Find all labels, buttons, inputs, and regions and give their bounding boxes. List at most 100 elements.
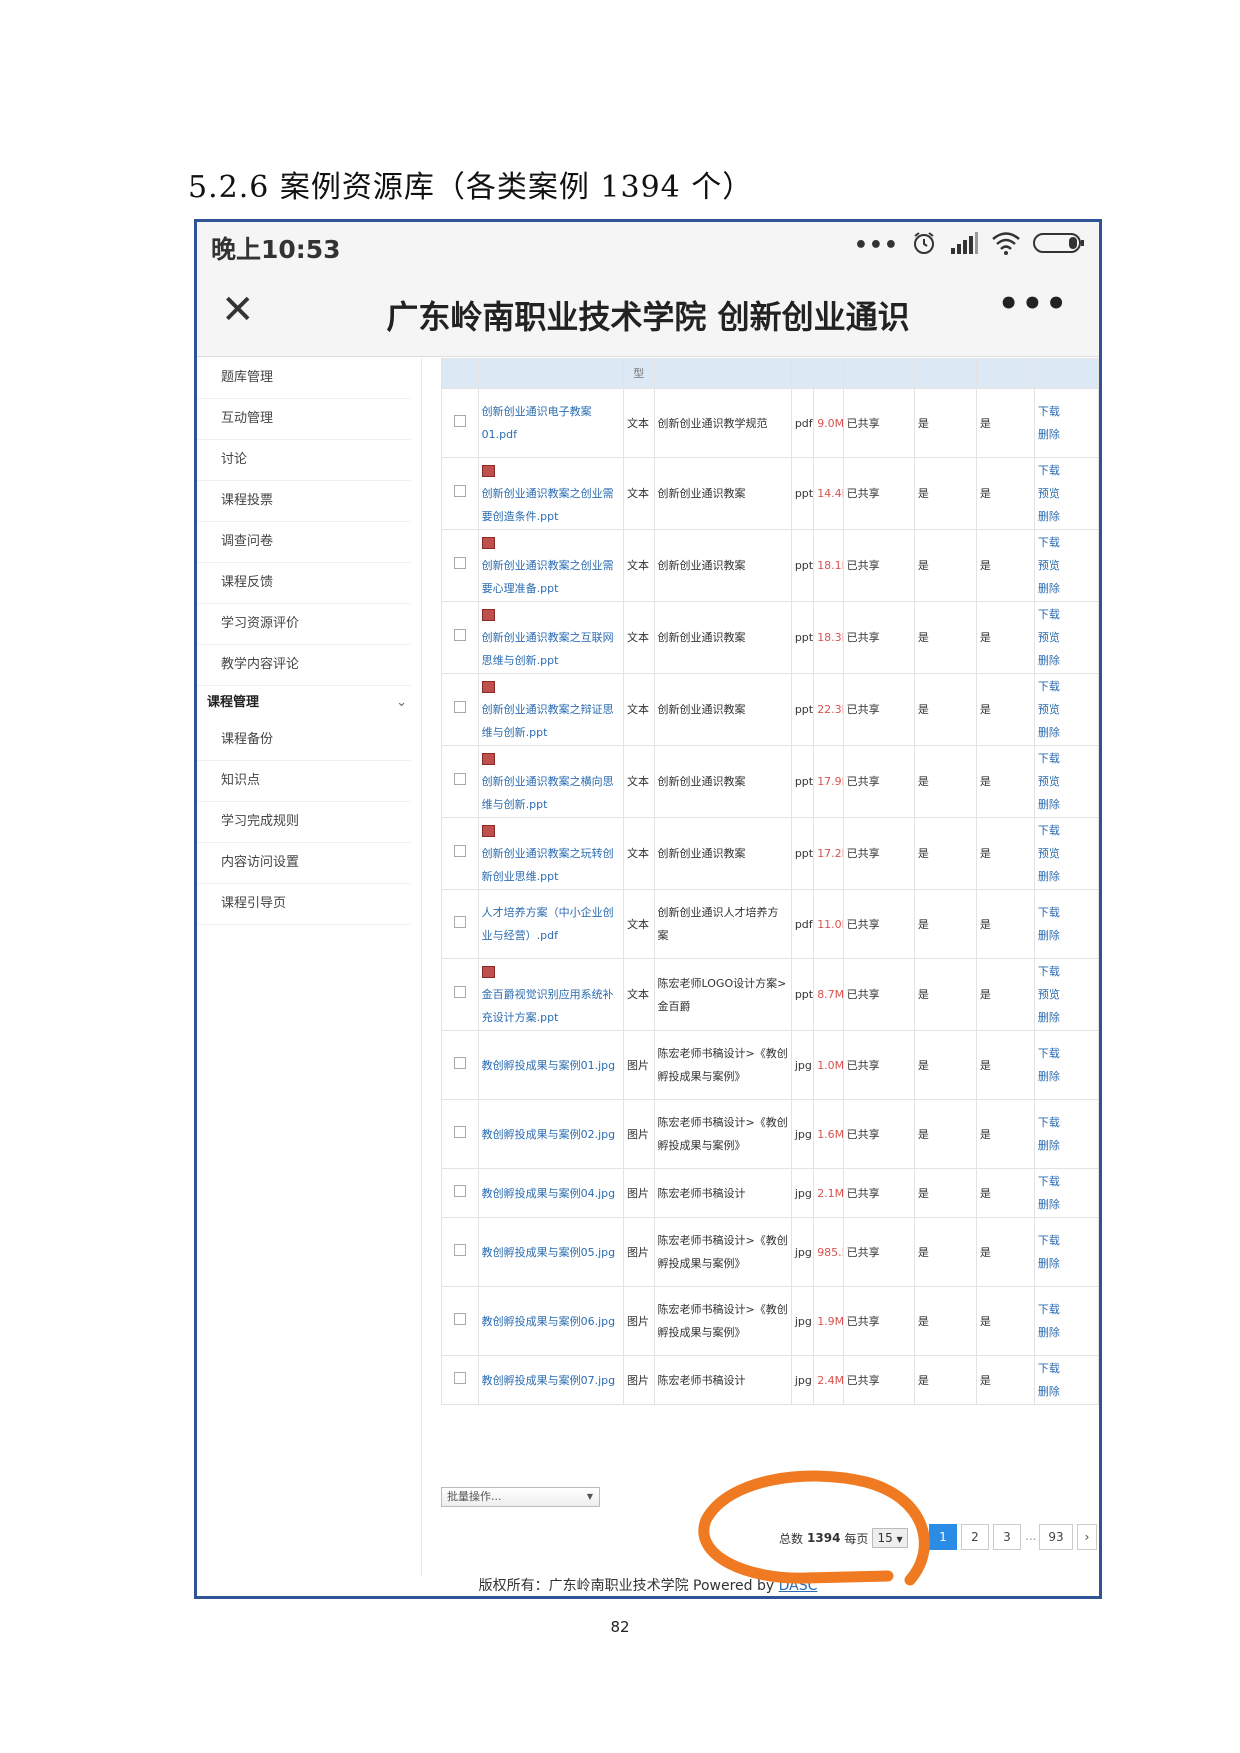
row-action-link[interactable]: 下载 bbox=[1038, 819, 1095, 842]
sidebar-item-interaction[interactable]: 互动管理 bbox=[197, 399, 411, 440]
row-action-link[interactable]: 删除 bbox=[1038, 1321, 1095, 1344]
row-checkbox[interactable] bbox=[453, 701, 466, 713]
row-action-link[interactable]: 删除 bbox=[1038, 924, 1095, 947]
row-action-link[interactable]: 预览 bbox=[1038, 626, 1095, 649]
file-description-cell: 陈宏老师书稿设计 bbox=[653, 1355, 792, 1405]
row-action-link[interactable]: 下载 bbox=[1038, 1042, 1095, 1065]
row-checkbox[interactable] bbox=[453, 1125, 466, 1138]
row-checkbox[interactable] bbox=[453, 1371, 466, 1384]
row-action-link[interactable]: 删除 bbox=[1038, 423, 1095, 446]
row-checkbox[interactable] bbox=[453, 1312, 466, 1325]
row-action-link[interactable]: 删除 bbox=[1038, 721, 1095, 744]
row-checkbox[interactable] bbox=[453, 1184, 466, 1197]
sidebar-item-resource-evaluation[interactable]: 学习资源评价 bbox=[197, 604, 411, 645]
row-action-link[interactable]: 删除 bbox=[1038, 865, 1095, 888]
chevron-down-icon[interactable]: ⌄ bbox=[396, 686, 407, 720]
page-button-93[interactable]: 93 bbox=[1039, 1524, 1073, 1550]
batch-operation-select[interactable]: 批量操作... ▼ bbox=[441, 1487, 600, 1507]
file-name-link[interactable]: 创新创业通识教案之横向思维与创新.ppt bbox=[482, 775, 614, 811]
page-button-2[interactable]: 2 bbox=[961, 1524, 989, 1550]
sidebar-item-discussion[interactable]: 讨论 bbox=[197, 440, 411, 481]
sidebar-item-survey[interactable]: 调查问卷 bbox=[197, 522, 411, 563]
page-button-3[interactable]: 3 bbox=[993, 1524, 1021, 1550]
sidebar-item-course-feedback[interactable]: 课程反馈 bbox=[197, 563, 411, 604]
row-action-link[interactable]: 下载 bbox=[1038, 901, 1095, 924]
sidebar-item-content-comments[interactable]: 教学内容评论 bbox=[197, 645, 411, 686]
sidebar-item-knowledge-points[interactable]: 知识点 bbox=[197, 761, 411, 802]
row-action-link[interactable]: 删除 bbox=[1038, 1065, 1095, 1088]
file-name-link[interactable]: 教创孵投成果与案例06.jpg bbox=[482, 1315, 616, 1328]
row-action-link[interactable]: 下载 bbox=[1038, 400, 1095, 423]
row-action-link[interactable]: 删除 bbox=[1038, 1252, 1095, 1275]
row-action-link[interactable]: 删除 bbox=[1038, 793, 1095, 816]
row-checkbox[interactable] bbox=[453, 845, 466, 857]
file-name-link[interactable]: 教创孵投成果与案例02.jpg bbox=[482, 1128, 616, 1141]
row-checkbox[interactable] bbox=[453, 485, 466, 497]
file-type-cell: 图片 bbox=[623, 1099, 655, 1169]
file-name-link[interactable]: 教创孵投成果与案例01.jpg bbox=[482, 1059, 616, 1072]
row-action-link[interactable]: 下载 bbox=[1038, 531, 1095, 554]
file-name-link[interactable]: 人才培养方案（中小企业创业与经营）.pdf bbox=[482, 906, 614, 942]
row-checkbox[interactable] bbox=[453, 915, 466, 928]
page-size-select[interactable]: 15 ▼ bbox=[872, 1528, 908, 1548]
file-name-link[interactable]: 创新创业通识教案之辩证思维与创新.ppt bbox=[482, 703, 614, 739]
row-action-link[interactable]: 下载 bbox=[1038, 1298, 1095, 1321]
row-action-link[interactable]: 预览 bbox=[1038, 770, 1095, 793]
sidebar-item-course-backup[interactable]: 课程备份 bbox=[197, 720, 411, 761]
file-name-link[interactable]: 创新创业通识教案之互联网思维与创新.ppt bbox=[482, 631, 614, 667]
row-action-link[interactable]: 删除 bbox=[1038, 577, 1095, 600]
row-checkbox[interactable] bbox=[453, 773, 466, 785]
row-action-link[interactable]: 删除 bbox=[1038, 649, 1095, 672]
row-checkbox[interactable] bbox=[453, 629, 466, 641]
file-name-link[interactable]: 创新创业通识教案之玩转创新创业思维.ppt bbox=[482, 847, 614, 883]
row-action-link[interactable]: 预览 bbox=[1038, 554, 1095, 577]
row-action-link[interactable]: 下载 bbox=[1038, 1229, 1095, 1252]
file-extension-cell: ppt bbox=[790, 958, 815, 1031]
row-checkbox[interactable] bbox=[453, 986, 466, 998]
file-extension-cell: ppt bbox=[790, 817, 815, 890]
next-page-icon[interactable]: › bbox=[1077, 1524, 1097, 1550]
row-action-link[interactable]: 下载 bbox=[1038, 960, 1095, 983]
file-name-link[interactable]: 教创孵投成果与案例05.jpg bbox=[482, 1246, 616, 1259]
row-checkbox[interactable] bbox=[453, 1243, 466, 1256]
row-action-link[interactable]: 删除 bbox=[1038, 1380, 1095, 1403]
row-action-link[interactable]: 下载 bbox=[1038, 1170, 1095, 1193]
row-checkbox[interactable] bbox=[453, 1056, 466, 1069]
row-actions-cell: 下载 预览 删除 bbox=[1033, 601, 1099, 674]
row-action-link[interactable]: 下载 bbox=[1038, 459, 1095, 482]
pagination-summary: 总数 1394 每页 15 ▼ bbox=[779, 1528, 908, 1548]
pagination: 1 2 3... 93 › bbox=[929, 1524, 1097, 1550]
file-name-link[interactable]: 创新创业通识电子教案01.pdf bbox=[482, 405, 592, 441]
file-name-link[interactable]: 创新创业通识教案之创业需要心理准备.ppt bbox=[482, 559, 614, 595]
row-action-link[interactable]: 删除 bbox=[1038, 1006, 1095, 1029]
row-action-link[interactable]: 下载 bbox=[1038, 1111, 1095, 1134]
row-action-link[interactable]: 预览 bbox=[1038, 983, 1095, 1006]
file-name-link[interactable]: 教创孵投成果与案例07.jpg bbox=[482, 1374, 616, 1387]
sidebar-group-course-management[interactable]: 课程管理 ⌄ bbox=[197, 686, 411, 720]
footer-link[interactable]: DASC bbox=[779, 1578, 818, 1594]
sidebar-item-completion-rules[interactable]: 学习完成规则 bbox=[197, 802, 411, 843]
sidebar-item-course-vote[interactable]: 课程投票 bbox=[197, 481, 411, 522]
row-action-link[interactable]: 预览 bbox=[1038, 842, 1095, 865]
row-action-link[interactable]: 下载 bbox=[1038, 675, 1095, 698]
file-type-cell: 图片 bbox=[623, 1030, 655, 1100]
file-name-link[interactable]: 创新创业通识教案之创业需要创造条件.ppt bbox=[482, 487, 614, 523]
row-action-link[interactable]: 删除 bbox=[1038, 1193, 1095, 1216]
row-action-link[interactable]: 预览 bbox=[1038, 482, 1095, 505]
page-button-1[interactable]: 1 bbox=[929, 1524, 957, 1550]
more-menu-icon[interactable]: ••• bbox=[998, 284, 1069, 324]
row-action-link[interactable]: 删除 bbox=[1038, 1134, 1095, 1157]
file-name-link[interactable]: 教创孵投成果与案例04.jpg bbox=[482, 1187, 616, 1200]
sidebar-item-access-settings[interactable]: 内容访问设置 bbox=[197, 843, 411, 884]
share-status-cell: 已共享 bbox=[842, 457, 915, 530]
row-checkbox[interactable] bbox=[453, 414, 466, 427]
file-name-link[interactable]: 金百爵视觉识别应用系统补充设计方案.ppt bbox=[482, 988, 614, 1024]
row-action-link[interactable]: 下载 bbox=[1038, 603, 1095, 626]
row-action-link[interactable]: 下载 bbox=[1038, 747, 1095, 770]
sidebar-item-course-guide[interactable]: 课程引导页 bbox=[197, 884, 411, 925]
row-action-link[interactable]: 删除 bbox=[1038, 505, 1095, 528]
row-action-link[interactable]: 下载 bbox=[1038, 1357, 1095, 1380]
row-checkbox[interactable] bbox=[453, 557, 466, 569]
row-action-link[interactable]: 预览 bbox=[1038, 698, 1095, 721]
sidebar-item-question-bank[interactable]: 题库管理 bbox=[197, 358, 411, 399]
